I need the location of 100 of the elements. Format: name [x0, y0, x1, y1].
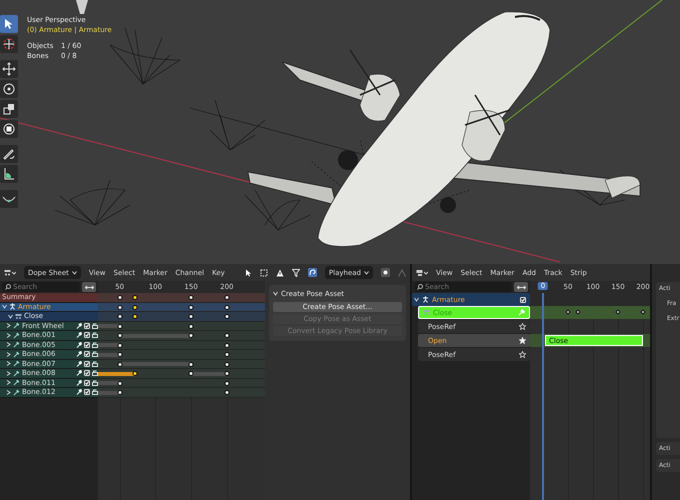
warning-icon[interactable] [276, 268, 284, 276]
bone-icon [13, 379, 20, 386]
keyframe[interactable] [224, 295, 230, 300]
keyframe[interactable] [132, 304, 138, 310]
wrench-icon[interactable] [76, 332, 82, 338]
cursor-icon[interactable] [244, 268, 252, 276]
filter-icon[interactable] [292, 268, 300, 276]
checkbox[interactable] [84, 380, 90, 386]
caret-icon [72, 270, 77, 274]
keyframe[interactable] [117, 314, 122, 319]
keyframe[interactable] [224, 362, 230, 366]
cursor-tool-button[interactable] [0, 35, 18, 53]
lock-icon[interactable] [92, 332, 98, 338]
measure-tool-button[interactable] [0, 165, 18, 183]
keyframe[interactable] [224, 390, 230, 395]
bone-icon [13, 350, 20, 358]
keyframe[interactable] [640, 309, 646, 315]
bone-icon [13, 370, 20, 377]
record-icon[interactable] [381, 268, 390, 277]
keyframe[interactable] [117, 333, 122, 338]
keyframe[interactable] [224, 380, 230, 386]
lock-icon[interactable] [92, 351, 98, 358]
keyframe[interactable] [117, 304, 122, 310]
keyframe[interactable] [188, 324, 194, 328]
proportional-icon[interactable] [308, 268, 317, 277]
keyframe[interactable] [117, 352, 122, 357]
curve-tool-button[interactable] [0, 190, 18, 208]
bone-icon [13, 388, 20, 396]
wrench-icon[interactable] [76, 360, 82, 367]
wrench-icon[interactable] [76, 322, 82, 329]
transform-icon [1, 121, 17, 137]
checkbox[interactable] [84, 389, 90, 396]
action-icon [423, 309, 430, 316]
keyframe[interactable] [224, 333, 230, 338]
armature-icon [9, 303, 16, 310]
wrench-icon[interactable] [76, 380, 82, 386]
checkbox[interactable] [84, 351, 90, 358]
move-tool-button[interactable] [0, 60, 18, 78]
editor-type-icon[interactable] [416, 268, 428, 276]
keyframe[interactable] [615, 309, 621, 315]
star-icon[interactable] [519, 337, 526, 344]
bone-icon [13, 322, 20, 330]
scale-icon [1, 101, 17, 117]
checkbox[interactable] [84, 332, 90, 338]
keyframe[interactable] [117, 324, 122, 328]
keyframe[interactable] [132, 371, 138, 376]
keyframe[interactable] [188, 295, 194, 300]
keyframe[interactable] [132, 314, 138, 319]
wrench-icon[interactable] [76, 370, 82, 376]
action-icon [15, 312, 22, 320]
lock-icon[interactable] [92, 380, 98, 386]
select-tool-button[interactable] [0, 15, 18, 33]
keyframe[interactable] [224, 314, 230, 319]
move-icon [1, 61, 17, 77]
rotate-tool-button[interactable] [0, 80, 18, 98]
star-icon[interactable] [519, 323, 526, 330]
transform-tool-button[interactable] [0, 120, 18, 138]
checkbox[interactable] [520, 296, 526, 302]
keyframe[interactable] [224, 371, 230, 376]
checkbox[interactable] [84, 360, 90, 367]
box-select-icon[interactable] [260, 268, 268, 276]
lock-icon[interactable] [92, 389, 98, 396]
cursor-icon [1, 36, 17, 52]
checkbox[interactable] [84, 370, 90, 376]
keyframe[interactable] [188, 371, 194, 376]
keyframe[interactable] [117, 342, 122, 348]
wrench-icon[interactable] [76, 351, 82, 358]
wrench-icon[interactable] [76, 389, 82, 396]
caret-icon [364, 270, 369, 274]
keyframe[interactable] [188, 333, 194, 338]
swap-icon[interactable] [84, 284, 94, 290]
bone-icon [13, 360, 20, 368]
keyframe[interactable] [224, 352, 230, 357]
lock-icon[interactable] [92, 360, 98, 367]
armature-icon [422, 296, 429, 303]
lock-icon[interactable] [92, 322, 98, 329]
checkbox[interactable] [84, 342, 90, 348]
annotate-tool-button[interactable] [0, 145, 18, 163]
keyframe[interactable] [224, 304, 230, 310]
lock-icon[interactable] [92, 342, 98, 348]
keyframe[interactable] [188, 362, 194, 366]
keyframe[interactable] [188, 314, 194, 319]
rotate-icon [1, 81, 17, 97]
scale-tool-button[interactable] [0, 100, 18, 118]
keyframe[interactable] [132, 295, 138, 300]
wrench-icon[interactable] [76, 342, 82, 348]
bone-icon [13, 332, 20, 339]
keyframe[interactable] [117, 362, 122, 366]
lock-icon[interactable] [92, 370, 98, 376]
bone-icon [13, 341, 20, 348]
search-icon [417, 284, 423, 290]
checkbox[interactable] [84, 322, 90, 329]
editor-type-icon[interactable] [4, 268, 16, 276]
keyframe[interactable] [117, 390, 122, 395]
keyframe[interactable] [188, 304, 194, 310]
keyframe[interactable] [117, 380, 122, 386]
star-icon[interactable] [519, 351, 526, 358]
swap-icon[interactable] [516, 284, 526, 290]
keyframe[interactable] [117, 295, 122, 300]
keyframe[interactable] [224, 342, 230, 348]
